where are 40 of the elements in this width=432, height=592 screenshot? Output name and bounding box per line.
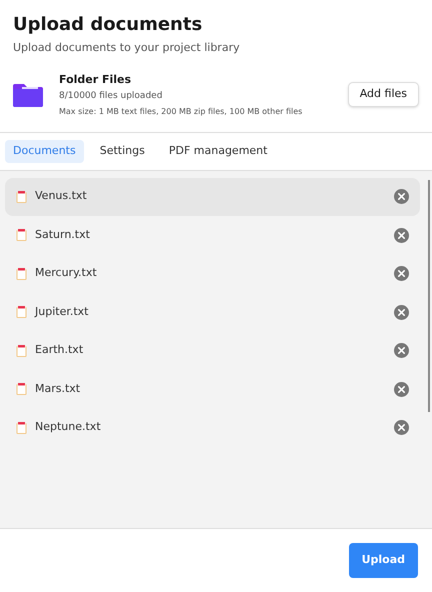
document-icon — [16, 268, 27, 280]
document-icon — [16, 344, 27, 356]
file-name: Venus.txt — [35, 188, 87, 204]
file-count: 8/10000 files uploaded — [59, 90, 164, 103]
file-name: Saturn.txt — [35, 226, 90, 243]
file-row[interactable]: Mercury.txt — [5, 254, 420, 292]
document-icon — [16, 229, 27, 241]
file-row[interactable]: Jupiter.txt — [5, 293, 420, 331]
tab[interactable]: Documents — [5, 140, 84, 162]
tab[interactable]: PDF management — [160, 140, 276, 162]
document-icon — [16, 306, 27, 318]
remove-icon[interactable] — [394, 228, 409, 242]
folder-icon — [13, 82, 43, 107]
file-row[interactable]: Saturn.txt — [5, 216, 420, 254]
file-name: Mercury.txt — [35, 265, 97, 282]
remove-icon[interactable] — [394, 420, 409, 435]
file-name: Mars.txt — [35, 380, 80, 397]
dialog-title: Upload documents — [13, 14, 204, 36]
remove-icon[interactable] — [394, 266, 409, 281]
document-icon — [16, 383, 27, 395]
document-icon — [16, 422, 27, 434]
dialog-subtitle: Upload documents to your project library — [13, 40, 241, 56]
upload-button[interactable]: Upload — [348, 543, 418, 578]
remove-icon[interactable] — [394, 343, 409, 358]
document-icon — [16, 190, 27, 202]
file-row[interactable]: Mars.txt — [5, 370, 420, 408]
folder-name: Folder Files — [59, 72, 132, 88]
file-name: Neptune.txt — [35, 419, 101, 436]
remove-icon[interactable] — [394, 304, 409, 320]
scrollbar[interactable] — [428, 180, 430, 412]
add-files-button[interactable]: Add files — [348, 82, 419, 107]
file-row[interactable]: Neptune.txt — [5, 408, 420, 446]
file-name: Earth.txt — [35, 342, 84, 358]
size-limits: Max size: 1 MB text files, 200 MB zip files, 100 MB other files — [59, 106, 304, 118]
remove-icon[interactable] — [394, 189, 409, 204]
file-row[interactable]: Earth.txt — [5, 332, 420, 370]
file-row[interactable]: Venus.txt — [5, 178, 420, 216]
tab[interactable]: Settings — [92, 140, 153, 162]
file-name: Jupiter.txt — [35, 304, 88, 320]
remove-icon[interactable] — [394, 382, 409, 396]
